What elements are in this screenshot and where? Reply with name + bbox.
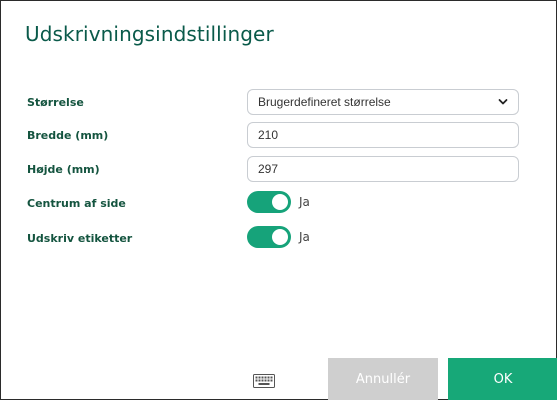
center-page-toggle[interactable] (247, 191, 291, 213)
width-label: Bredde (mm) (27, 129, 109, 142)
print-labels-state: Ja (299, 230, 310, 244)
print-labels-label: Udskriv etiketter (27, 232, 133, 245)
cancel-button[interactable]: Annullér (328, 358, 438, 400)
size-select[interactable]: Brugerdefineret størrelse (247, 89, 519, 115)
print-settings-dialog: Udskrivningsindstillinger Størrelse Brug… (0, 0, 557, 400)
size-label: Størrelse (27, 96, 84, 109)
width-input-value: 210 (258, 128, 279, 142)
size-select-value: Brugerdefineret størrelse (258, 95, 391, 109)
dialog-title: Udskrivningsindstillinger (25, 22, 274, 46)
print-labels-toggle-row: Ja (247, 225, 310, 249)
height-input[interactable]: 297 (247, 156, 519, 182)
keyboard-icon[interactable] (253, 374, 275, 388)
toggle-knob (272, 229, 288, 245)
width-input[interactable]: 210 (247, 122, 519, 148)
toggle-knob (272, 194, 288, 210)
ok-button[interactable]: OK (448, 358, 557, 400)
height-label: Højde (mm) (27, 163, 100, 176)
height-input-value: 297 (258, 162, 279, 176)
center-page-label: Centrum af side (27, 197, 126, 210)
print-labels-toggle[interactable] (247, 226, 291, 248)
center-page-toggle-row: Ja (247, 190, 310, 214)
center-page-state: Ja (299, 195, 310, 209)
chevron-down-icon (498, 99, 508, 105)
